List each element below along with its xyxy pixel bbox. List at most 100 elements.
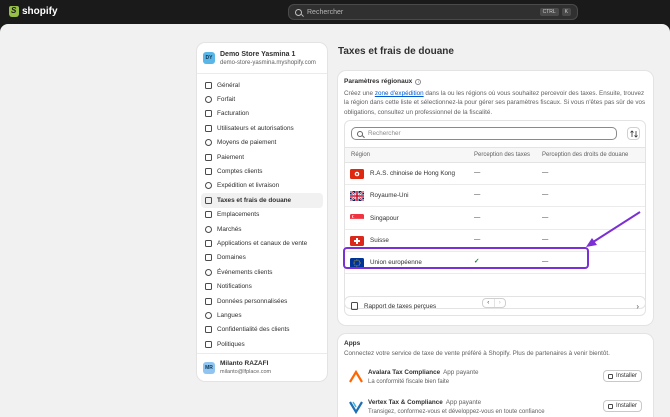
tax-collection-status: —: [474, 169, 481, 176]
regional-description: Créez une zone d'expédition dans la ou l…: [344, 89, 646, 117]
sidebar-item-payment[interactable]: Moyens de paiement: [201, 136, 323, 150]
regional-title-text: Paramètres régionaux: [344, 78, 413, 85]
shopify-bag-icon: [9, 6, 19, 17]
tax-report-link[interactable]: Rapport de taxes perçues ›: [344, 296, 646, 316]
sort-icon: [629, 129, 638, 138]
markets-icon: [205, 225, 212, 233]
user-profile[interactable]: MR Milanto RAZAFI milanto@lfplace.com: [197, 353, 327, 381]
duties-collection-status: —: [542, 169, 549, 176]
app-badge: App payante: [445, 399, 482, 406]
install-button[interactable]: Installer: [602, 370, 642, 382]
user-email: milanto@lfplace.com: [220, 369, 272, 375]
sidebar-item-label: Données personnalisées: [217, 297, 288, 305]
language-icon: [205, 311, 212, 319]
sidebar-item-label: Moyens de paiement: [217, 139, 277, 147]
sidebar-item-label: Langues: [217, 311, 242, 319]
app-title: Vertex Tax & Compliance: [368, 399, 443, 406]
sidebar-item-taxes[interactable]: Taxes et frais de douane: [201, 193, 323, 208]
table-row[interactable]: R.A.S. chinoise de Hong Kong — —: [345, 163, 645, 185]
column-header-region: Région: [351, 152, 371, 158]
sidebar-item-label: Général: [217, 81, 240, 89]
checkout-icon: [205, 153, 212, 161]
duties-collection-status: —: [542, 213, 549, 221]
sidebar-item-shipping[interactable]: Expédition et livraison: [201, 179, 323, 193]
sidebar-item-billing[interactable]: Facturation: [201, 107, 323, 121]
region-name: Royaume-Uni: [370, 192, 409, 200]
shipping-icon: [205, 182, 212, 190]
sidebar-item-label: Expédition et livraison: [217, 182, 280, 190]
highlight-box: [343, 247, 589, 269]
shopify-logo[interactable]: shopify: [9, 6, 58, 17]
sidebar-item-events[interactable]: Événements clients: [201, 265, 323, 279]
app-title: Avalara Tax Compliance: [368, 369, 441, 376]
app-icon: [607, 373, 613, 379]
apps-icon: [205, 239, 212, 247]
app-badge: App payante: [443, 369, 479, 376]
sidebar-item-customer-accounts[interactable]: Comptes clients: [201, 164, 323, 178]
sidebar-item-globe[interactable]: Domaines: [201, 251, 323, 265]
info-icon[interactable]: i: [415, 78, 422, 85]
sidebar-item-label: Paiement: [217, 153, 244, 161]
sidebar-item-settings[interactable]: Général: [201, 78, 323, 92]
globe-icon: [205, 254, 212, 262]
regions-search-placeholder: Rechercher: [368, 130, 401, 137]
annotation-arrow-icon: [586, 211, 641, 247]
sidebar-item-policy[interactable]: Politiques: [201, 337, 323, 351]
shipping-zone-link[interactable]: zone d'expédition: [375, 90, 424, 97]
search-icon: [295, 8, 302, 16]
sort-button[interactable]: [627, 127, 640, 140]
app-name: Vertex Tax & Compliance App payante: [368, 399, 481, 406]
sidebar-item-label: Politiques: [217, 340, 245, 348]
apps-card: Apps Connectez votre service de taxe de …: [338, 334, 653, 417]
region-name: R.A.S. chinoise de Hong Kong: [370, 170, 456, 177]
install-button[interactable]: Installer: [602, 400, 642, 412]
sidebar-item-markets[interactable]: Marchés: [201, 222, 323, 236]
billing-icon: [205, 110, 212, 118]
sidebar-item-apps[interactable]: Applications et canaux de vente: [201, 236, 323, 250]
sidebar-item-bell[interactable]: Notifications: [201, 279, 323, 293]
bell-icon: [205, 283, 212, 291]
app-name: Avalara Tax Compliance App payante: [368, 369, 478, 376]
sidebar-item-label: Marchés: [217, 225, 242, 233]
settings-sidebar: DY Demo Store Yasmina 1 demo-store-yasmi…: [197, 43, 327, 381]
chevron-right-icon: ›: [636, 301, 639, 311]
table-row[interactable]: Royaume-Uni — —: [345, 185, 645, 208]
app-item-avalara[interactable]: Avalara Tax Compliance App payante La con…: [344, 366, 646, 392]
regional-settings-title: Paramètres régionaux i: [344, 78, 422, 85]
sidebar-item-data[interactable]: Données personnalisées: [201, 294, 323, 308]
tax-collection-status: —: [474, 235, 481, 243]
settings-icon: [205, 81, 212, 89]
location-icon: [205, 211, 212, 219]
sidebar-item-label: Utilisateurs et autorisations: [217, 124, 294, 132]
vertex-logo-icon: [349, 401, 363, 414]
desc-before: Créez une: [344, 90, 375, 97]
app-description: Transigez, conformez-vous et développez-…: [368, 409, 545, 415]
top-bar-curve: [0, 24, 670, 32]
sidebar-item-location[interactable]: Emplacements: [201, 208, 323, 222]
table-header: Région Perception des taxes Perception d…: [345, 147, 645, 163]
sidebar-item-plan[interactable]: Forfait: [201, 92, 323, 106]
duties-collection-status: —: [542, 235, 549, 243]
settings-nav: Général Forfait Facturation Utilisateurs et…: [197, 74, 327, 355]
apps-title: Apps: [344, 340, 361, 347]
store-name: Demo Store Yasmina 1: [220, 50, 296, 58]
app-description: La conformité fiscale bien faite: [368, 379, 450, 385]
sidebar-item-label: Forfait: [217, 96, 236, 104]
flag-hk-icon: [350, 169, 364, 179]
global-search[interactable]: Rechercher CTRL K: [288, 4, 578, 20]
flag-gb-icon: [350, 191, 364, 202]
sidebar-item-lock[interactable]: Confidentialité des clients: [201, 323, 323, 337]
events-icon: [205, 268, 212, 276]
app-item-vertex[interactable]: Vertex Tax & Compliance App payante Trans…: [344, 396, 646, 417]
policy-icon: [205, 340, 212, 348]
sidebar-item-users[interactable]: Utilisateurs et autorisations: [201, 121, 323, 135]
regions-search-input[interactable]: Rechercher: [351, 127, 617, 140]
sidebar-item-checkout[interactable]: Paiement: [201, 150, 323, 164]
sidebar-item-language[interactable]: Langues: [201, 308, 323, 322]
store-switcher[interactable]: DY Demo Store Yasmina 1 demo-store-yasmi…: [197, 43, 327, 74]
shortcut-k: K: [561, 8, 571, 16]
column-header-taxes: Perception des taxes: [474, 152, 531, 158]
customer-accounts-icon: [205, 168, 212, 176]
avalara-logo-icon: [349, 370, 363, 383]
store-avatar: DY: [203, 52, 215, 64]
